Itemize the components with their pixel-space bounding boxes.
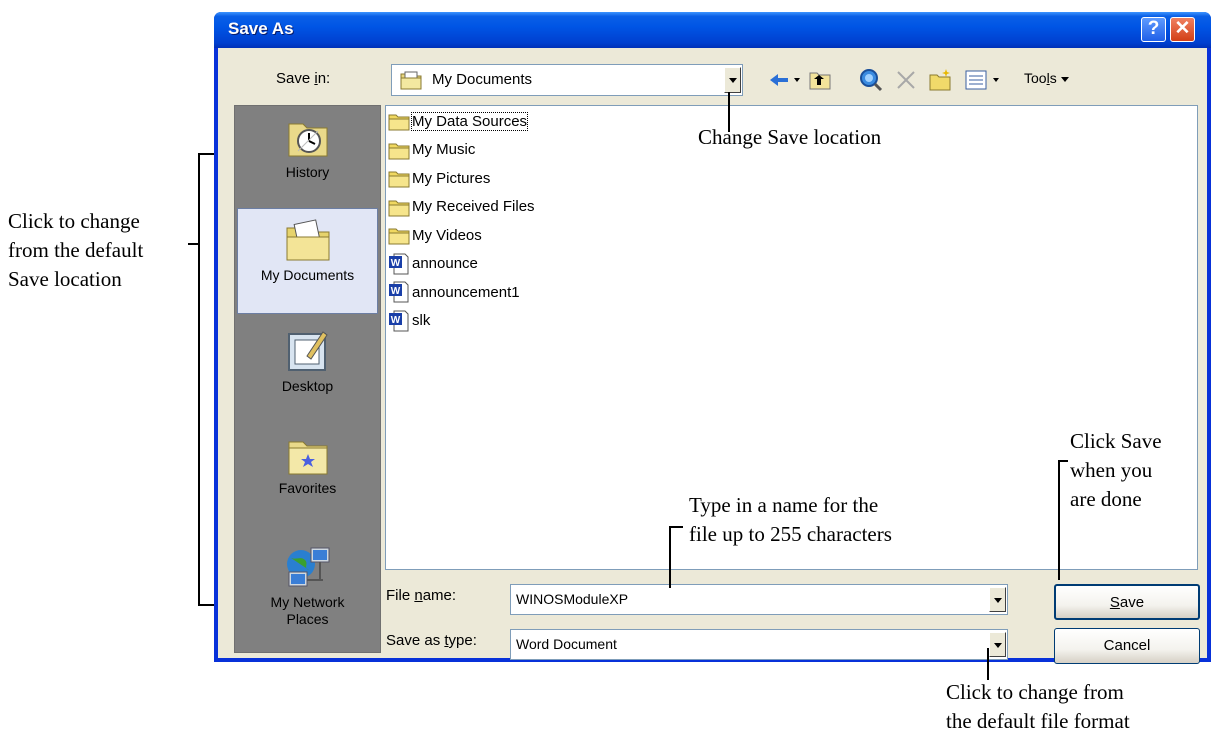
cancel-button-label: Cancel bbox=[1103, 637, 1151, 654]
word-document-icon: W bbox=[388, 281, 412, 303]
favorites-icon bbox=[237, 436, 378, 476]
annotation-pointer-format bbox=[987, 648, 989, 680]
save-in-label: Save in: bbox=[276, 70, 331, 87]
desktop-icon bbox=[237, 328, 378, 374]
file-name-label: My Pictures bbox=[412, 169, 491, 187]
svg-text:W: W bbox=[391, 258, 401, 269]
places-item-network-places[interactable]: My Network Places bbox=[237, 534, 378, 640]
file-list-item[interactable]: My Music bbox=[388, 139, 475, 161]
annotation-pointer-save bbox=[1058, 460, 1060, 580]
back-button[interactable] bbox=[766, 68, 804, 92]
new-folder-icon bbox=[929, 69, 951, 91]
my-documents-icon bbox=[238, 219, 377, 263]
places-item-favorites[interactable]: Favorites bbox=[237, 426, 378, 532]
file-list-item[interactable]: Wannounce bbox=[388, 253, 478, 275]
save-in-value: My Documents bbox=[432, 71, 533, 88]
file-name-value: WINOSModuleXP bbox=[516, 591, 629, 607]
window-title: Save As bbox=[228, 19, 294, 38]
title-bar: Save As ? ✕ bbox=[214, 12, 1211, 48]
views-button[interactable] bbox=[964, 68, 1004, 92]
save-in-dropdown-arrow[interactable] bbox=[724, 67, 741, 93]
annotation-bracket bbox=[198, 153, 200, 605]
up-folder-icon bbox=[809, 72, 831, 90]
annotation-file-format: Click to change from the default file fo… bbox=[946, 680, 1130, 733]
tools-menu[interactable]: Tools bbox=[1024, 70, 1069, 86]
file-name-input[interactable]: WINOSModuleXP bbox=[510, 584, 1008, 615]
save-as-type-value: Word Document bbox=[516, 636, 617, 652]
save-in-dropdown[interactable]: My Documents bbox=[391, 64, 743, 96]
file-list-item[interactable]: My Videos bbox=[388, 224, 482, 246]
annotation-default-location: Click to change from the default Save lo… bbox=[8, 209, 144, 291]
file-name-label: File name: bbox=[386, 587, 457, 604]
file-name-label: My Received Files bbox=[412, 198, 535, 215]
chevron-down-icon bbox=[1060, 76, 1069, 82]
search-web-button[interactable] bbox=[858, 68, 884, 92]
help-button[interactable]: ? bbox=[1141, 17, 1166, 42]
up-one-level-button[interactable] bbox=[808, 68, 832, 92]
file-name-label: My Data Sources bbox=[410, 111, 529, 131]
folder-icon bbox=[388, 140, 412, 160]
file-name-label: My Music bbox=[412, 141, 476, 158]
file-list-item[interactable]: My Pictures bbox=[388, 167, 490, 189]
places-bar: History My Documents Desktop Favorites My Ne… bbox=[234, 105, 381, 653]
file-list-item[interactable]: Wslk bbox=[388, 310, 430, 332]
file-name-label: announcement1 bbox=[412, 283, 520, 301]
annotation-pointer-file-name bbox=[669, 526, 671, 588]
delete-icon bbox=[897, 71, 915, 89]
word-document-icon: W bbox=[388, 310, 412, 332]
folder-icon bbox=[388, 225, 412, 245]
save-button[interactable]: Save bbox=[1054, 584, 1200, 620]
annotation-click-save: Click Save when you are done bbox=[1070, 429, 1162, 511]
back-arrow-icon bbox=[770, 74, 800, 86]
my-documents-small-icon bbox=[400, 71, 422, 90]
save-as-type-label: Save as type: bbox=[386, 632, 477, 649]
places-item-label: Desktop bbox=[281, 378, 334, 394]
search-web-icon bbox=[860, 69, 883, 92]
file-name-label: My Videos bbox=[412, 226, 482, 244]
folder-icon bbox=[388, 111, 412, 131]
places-item-label: History bbox=[285, 164, 330, 180]
save-button-label: ave bbox=[1119, 594, 1145, 611]
save-as-type-dropdown-arrow[interactable] bbox=[989, 632, 1006, 657]
word-document-icon: W bbox=[388, 253, 412, 275]
save-as-type-dropdown[interactable]: Word Document bbox=[510, 629, 1008, 660]
file-name-dropdown-arrow[interactable] bbox=[989, 587, 1006, 612]
svg-text:W: W bbox=[391, 286, 401, 297]
file-name-label: announce bbox=[412, 255, 478, 272]
places-item-my-documents[interactable]: My Documents bbox=[237, 208, 378, 314]
places-item-label: Favorites bbox=[278, 480, 337, 496]
save-as-dialog: Save As ? ✕ Save in: My Documents Tools … bbox=[214, 12, 1211, 664]
history-icon bbox=[237, 116, 378, 160]
annotation-pointer-save-top bbox=[1058, 460, 1068, 462]
places-item-history[interactable]: History bbox=[237, 106, 378, 212]
network-places-icon bbox=[237, 544, 378, 590]
close-button[interactable]: ✕ bbox=[1170, 17, 1195, 42]
svg-text:W: W bbox=[391, 315, 401, 326]
folder-icon bbox=[388, 168, 412, 188]
annotation-pointer-file-name-top bbox=[669, 526, 683, 528]
folder-icon bbox=[388, 197, 412, 217]
cancel-button[interactable]: Cancel bbox=[1054, 628, 1200, 664]
places-item-label: My Network Places bbox=[270, 594, 345, 627]
places-item-label: My Documents bbox=[260, 267, 355, 283]
annotation-change-save-location: Change Save location bbox=[698, 125, 882, 149]
file-name-label: slk bbox=[412, 312, 431, 329]
annotation-file-name: Type in a name for the file up to 255 ch… bbox=[689, 493, 892, 546]
file-list-item[interactable]: My Data Sources bbox=[388, 110, 529, 132]
views-icon bbox=[965, 70, 999, 90]
save-button-hotkey: S bbox=[1109, 594, 1120, 611]
new-folder-button[interactable] bbox=[928, 68, 954, 92]
file-list-item[interactable]: Wannouncement1 bbox=[388, 281, 520, 303]
file-list-item[interactable]: My Received Files bbox=[388, 196, 535, 218]
annotation-pointer-top bbox=[728, 92, 730, 132]
places-item-desktop[interactable]: Desktop bbox=[237, 318, 378, 424]
delete-button[interactable] bbox=[894, 68, 918, 92]
annotation-bracket-stub bbox=[188, 243, 199, 245]
